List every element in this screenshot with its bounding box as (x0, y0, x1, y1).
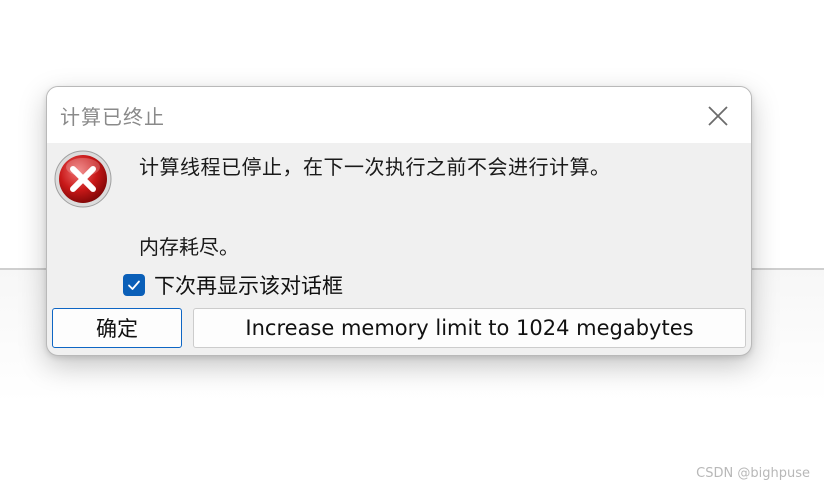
close-button[interactable] (705, 103, 731, 129)
dialog-titlebar: 计算已终止 (47, 87, 751, 143)
checkbox-checked-box[interactable] (123, 274, 145, 296)
close-icon (708, 106, 728, 126)
increase-memory-button[interactable]: Increase memory limit to 1024 megabytes (193, 308, 746, 348)
ok-button[interactable]: 确定 (52, 308, 182, 348)
message-out-of-memory: 内存耗尽。 (139, 235, 239, 259)
checkmark-icon (128, 280, 140, 290)
calculation-terminated-dialog: 计算已终止 计算线程已停止，在下一次执行之前不会进行计算。 内存耗尽。 下次再显… (46, 86, 752, 356)
message-thread-stopped: 计算线程已停止，在下一次执行之前不会进行计算。 (139, 155, 611, 179)
dialog-title: 计算已终止 (60, 105, 165, 129)
show-again-label: 下次再显示该对话框 (154, 274, 343, 298)
watermark: CSDN @bighpuse (696, 466, 810, 481)
error-icon (54, 150, 112, 208)
show-again-checkbox[interactable]: 下次再显示该对话框 (123, 271, 343, 299)
